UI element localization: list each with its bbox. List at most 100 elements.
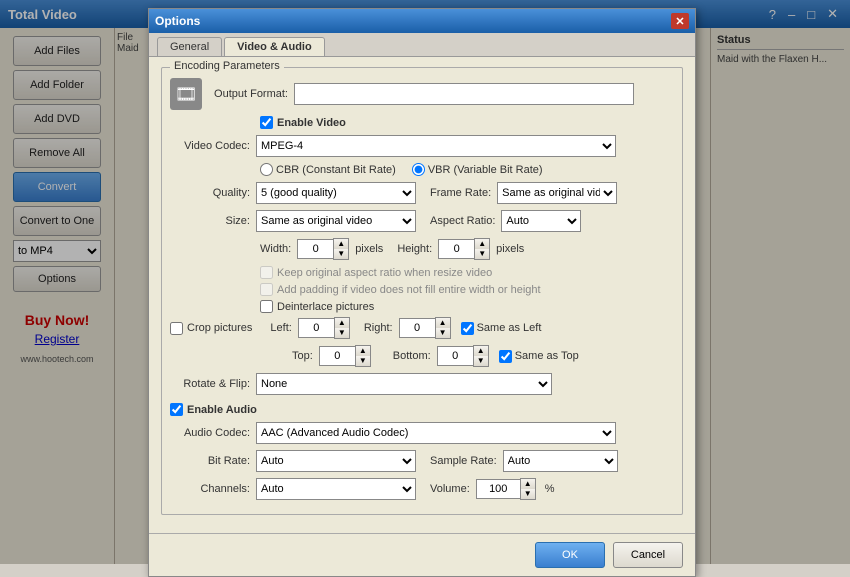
size-aspect-row: Size: Same as original video Aspect Rati… [170,210,674,232]
right-spinner: ▲ ▼ [399,317,451,339]
vbr-radio[interactable] [412,163,425,176]
rotate-flip-select[interactable]: None [256,373,552,395]
dialog-tabs: General Video & Audio [149,33,695,57]
sample-rate-label: Sample Rate: [430,455,497,467]
volume-input[interactable] [476,479,520,499]
quality-label: Quality: [170,187,250,199]
top-label: Top: [292,350,313,362]
film-icon: 🎞 [170,78,202,110]
rotate-flip-label: Rotate & Flip: [170,378,250,390]
quality-framerate-row: Quality: 5 (good quality) Frame Rate: Sa… [170,182,674,204]
tab-general[interactable]: General [157,37,222,56]
add-padding-checkbox[interactable] [260,283,273,296]
volume-label: Volume: [430,483,470,495]
top-spinner-buttons: ▲ ▼ [355,345,371,367]
bottom-down-button[interactable]: ▼ [474,356,488,366]
left-up-button[interactable]: ▲ [335,318,349,328]
dialog-close-button[interactable]: ✕ [671,13,689,29]
bitrate-mode-row: CBR (Constant Bit Rate) VBR (Variable Bi… [260,163,674,176]
height-down-button[interactable]: ▼ [475,249,489,259]
crop-checkbox[interactable] [170,322,183,335]
cbr-radio[interactable] [260,163,273,176]
output-format-select[interactable]: MP4 [294,83,634,105]
add-padding-row: Add padding if video does not fill entir… [260,283,674,296]
right-up-button[interactable]: ▲ [436,318,450,328]
height-spinner: ▲ ▼ [438,238,490,260]
channels-label: Channels: [170,483,250,495]
channels-select[interactable]: Auto [256,478,416,500]
aspect-ratio-label: Aspect Ratio: [430,215,495,227]
height-label: Height: [397,243,432,255]
aspect-ratio-select[interactable]: Auto [501,210,581,232]
quality-select[interactable]: 5 (good quality) [256,182,416,204]
bit-rate-select[interactable]: Auto [256,450,416,472]
deinterlace-checkbox[interactable] [260,300,273,313]
bottom-spinner-buttons: ▲ ▼ [473,345,489,367]
crop-label: Crop pictures [187,322,252,334]
dialog-body: Encoding Parameters 🎞 Output Format: MP4… [149,57,695,533]
enable-audio-label: Enable Audio [187,404,257,416]
add-padding-label[interactable]: Add padding if video does not fill entir… [260,283,541,296]
same-as-left-checkbox[interactable] [461,322,474,335]
same-as-top-checkbox[interactable] [499,350,512,363]
bottom-input[interactable] [437,346,473,366]
deinterlace-label[interactable]: Deinterlace pictures [260,300,374,313]
volume-unit: % [545,483,555,495]
bit-rate-label: Bit Rate: [170,455,250,467]
same-as-left-label[interactable]: Same as Left [461,322,542,335]
height-spinner-buttons: ▲ ▼ [474,238,490,260]
size-select[interactable]: Same as original video [256,210,416,232]
width-input[interactable] [297,239,333,259]
output-format-label: Output Format: [208,88,288,100]
encoding-group: Encoding Parameters 🎞 Output Format: MP4… [161,67,683,515]
volume-spinner: ▲ ▼ [476,478,536,500]
vbr-radio-label[interactable]: VBR (Variable Bit Rate) [412,163,543,176]
modal-overlay: Options ✕ General Video & Audio Encoding… [0,0,850,564]
volume-up-button[interactable]: ▲ [521,479,535,489]
enable-video-label: Enable Video [277,117,346,129]
bitrate-samplerate-row: Bit Rate: Auto Sample Rate: Auto [170,450,674,472]
video-codec-select[interactable]: MPEG-4 [256,135,616,157]
output-format-row: 🎞 Output Format: MP4 [170,78,674,110]
rotate-flip-row: Rotate & Flip: None [170,373,674,395]
keep-ratio-label[interactable]: Keep original aspect ratio when resize v… [260,266,492,279]
right-input[interactable] [399,318,435,338]
enable-audio-checkbox[interactable] [170,403,183,416]
keep-ratio-checkbox[interactable] [260,266,273,279]
frame-rate-select[interactable]: Same as original video [497,182,617,204]
bottom-up-button[interactable]: ▲ [474,346,488,356]
width-spinner: ▲ ▼ [297,238,349,260]
pixels-label-2: pixels [496,243,524,255]
cbr-radio-label[interactable]: CBR (Constant Bit Rate) [260,163,396,176]
audio-codec-row: Audio Codec: AAC (Advanced Audio Codec) [170,422,674,444]
top-up-button[interactable]: ▲ [356,346,370,356]
width-down-button[interactable]: ▼ [334,249,348,259]
enable-audio-row: Enable Audio [170,403,674,416]
left-spinner: ▲ ▼ [298,317,350,339]
tab-video-audio[interactable]: Video & Audio [224,37,325,56]
left-input[interactable] [298,318,334,338]
dialog-title: Options [155,14,200,28]
height-input[interactable] [438,239,474,259]
size-label: Size: [170,215,250,227]
right-down-button[interactable]: ▼ [436,328,450,338]
dialog-footer: OK Cancel [149,533,695,576]
ok-button[interactable]: OK [535,542,605,568]
left-down-button[interactable]: ▼ [335,328,349,338]
top-input[interactable] [319,346,355,366]
top-down-button[interactable]: ▼ [356,356,370,366]
frame-rate-label: Frame Rate: [430,187,491,199]
volume-down-button[interactable]: ▼ [521,489,535,499]
width-up-button[interactable]: ▲ [334,239,348,249]
options-dialog: Options ✕ General Video & Audio Encoding… [148,8,696,577]
audio-codec-select[interactable]: AAC (Advanced Audio Codec) [256,422,616,444]
same-as-top-label[interactable]: Same as Top [499,350,579,363]
cancel-button[interactable]: Cancel [613,542,683,568]
height-up-button[interactable]: ▲ [475,239,489,249]
left-spinner-buttons: ▲ ▼ [334,317,350,339]
width-height-row: Width: ▲ ▼ pixels Height: ▲ [260,238,674,260]
keep-ratio-row: Keep original aspect ratio when resize v… [260,266,674,279]
top-bottom-row: Top: ▲ ▼ Bottom: ▲ ▼ [292,345,674,367]
sample-rate-select[interactable]: Auto [503,450,618,472]
enable-video-checkbox[interactable] [260,116,273,129]
